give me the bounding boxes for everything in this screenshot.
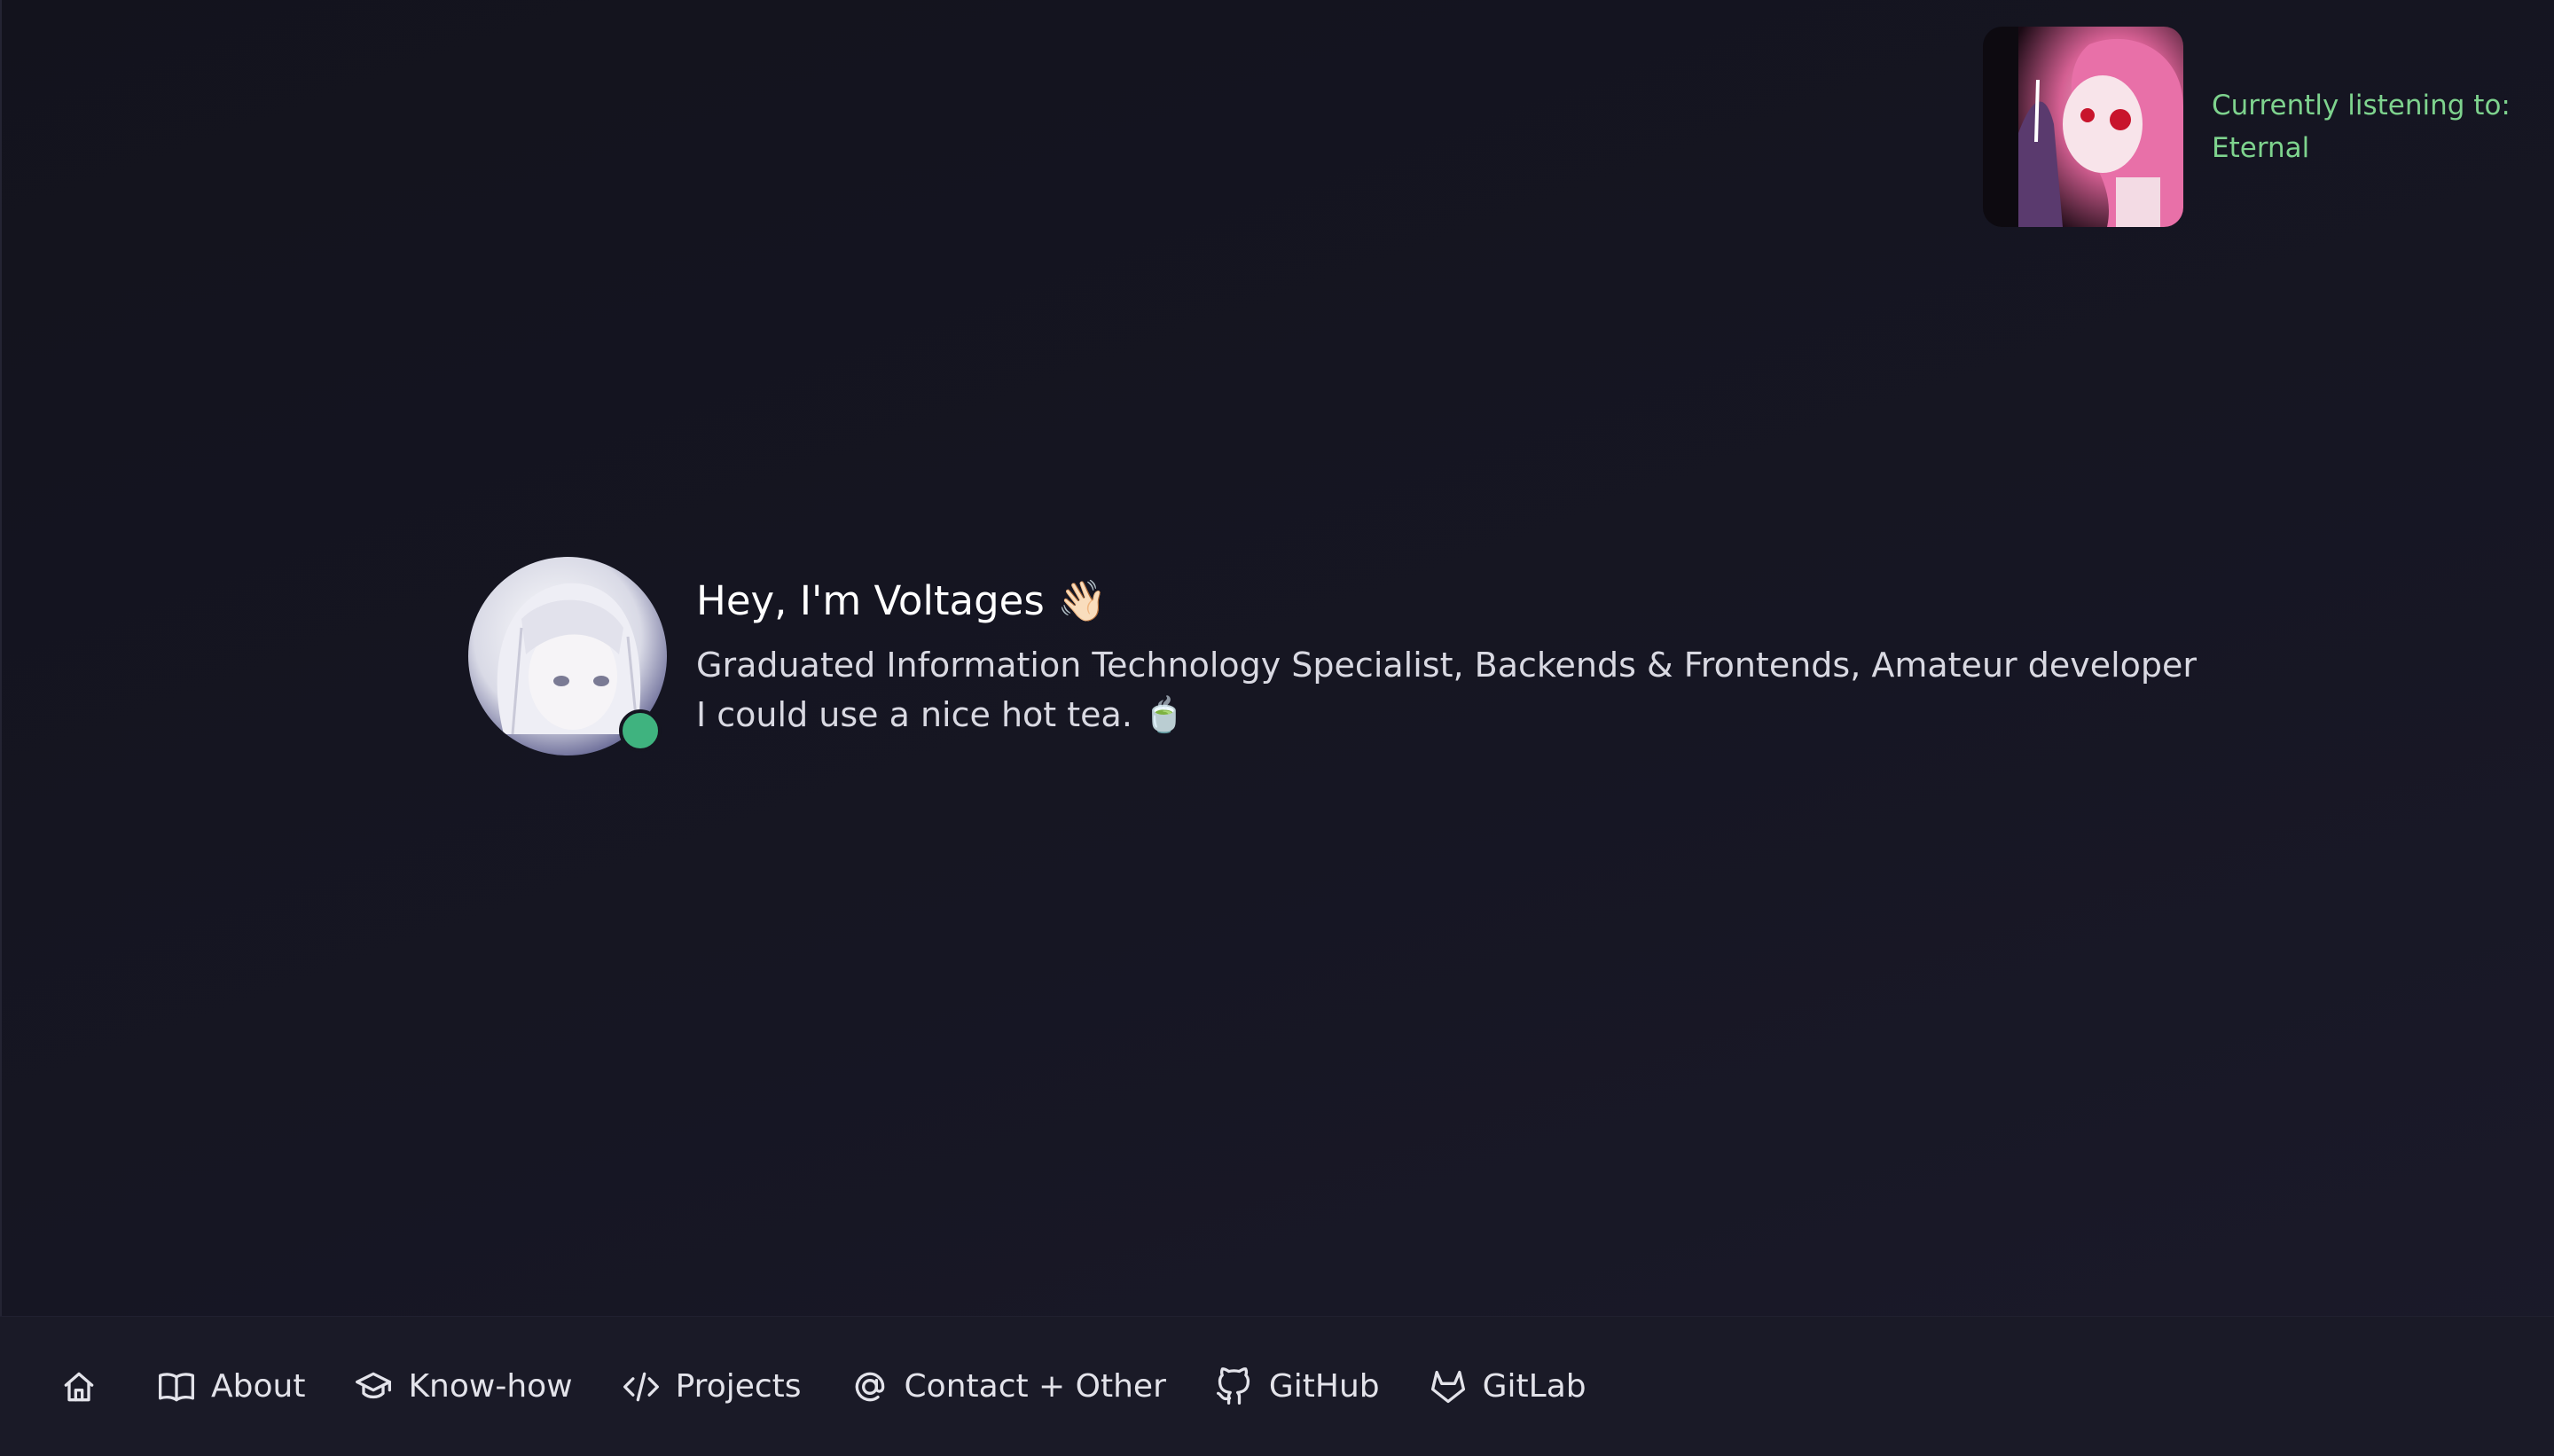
- nav-about[interactable]: About: [156, 1366, 305, 1407]
- nav-projects-label: Projects: [675, 1368, 802, 1405]
- nav-gitlab-label: GitLab: [1482, 1368, 1586, 1405]
- nav-github-label: GitHub: [1268, 1368, 1380, 1405]
- github-icon: [1214, 1366, 1255, 1407]
- now-playing-label: Currently listening to:: [2212, 90, 2511, 121]
- profile-intro: Hey, I'm Voltages 👋🏻 Graduated Informati…: [468, 557, 2197, 755]
- nav-projects[interactable]: Projects: [621, 1366, 802, 1407]
- nav-home[interactable]: [59, 1366, 99, 1407]
- at-sign-icon: [850, 1366, 890, 1407]
- avatar-container: [468, 557, 667, 755]
- nav-know-how[interactable]: Know-how: [353, 1366, 573, 1407]
- home-icon: [59, 1366, 99, 1407]
- now-playing-widget[interactable]: Currently listening to: Eternal: [1983, 27, 2511, 227]
- now-playing-track: Eternal: [2212, 132, 2310, 164]
- bio-line-1: Graduated Information Technology Special…: [696, 646, 2198, 685]
- nav-know-how-label: Know-how: [408, 1368, 573, 1405]
- graduation-cap-icon: [353, 1366, 394, 1407]
- nav-gitlab[interactable]: GitLab: [1428, 1366, 1586, 1407]
- now-playing-text: Currently listening to: Eternal: [2212, 84, 2511, 169]
- gitlab-icon: [1428, 1366, 1469, 1407]
- bio-line-2: I could use a nice hot tea. 🍵: [696, 695, 1186, 734]
- window-edge: [0, 0, 2, 1456]
- book-icon: [156, 1366, 197, 1407]
- nav-about-label: About: [211, 1368, 306, 1405]
- album-cover-image: [1983, 27, 2183, 227]
- intro-text: Hey, I'm Voltages 👋🏻 Graduated Informati…: [696, 575, 2197, 740]
- page-title: Hey, I'm Voltages 👋🏻: [696, 577, 1108, 624]
- nav-contact-label: Contact + Other: [904, 1368, 1166, 1405]
- nav-github[interactable]: GitHub: [1214, 1366, 1380, 1407]
- code-icon: [621, 1366, 662, 1407]
- nav-contact[interactable]: Contact + Other: [850, 1366, 1166, 1407]
- online-status-dot: [619, 709, 662, 752]
- bottom-nav: About Know-how Projects Contact + Other …: [0, 1316, 2554, 1456]
